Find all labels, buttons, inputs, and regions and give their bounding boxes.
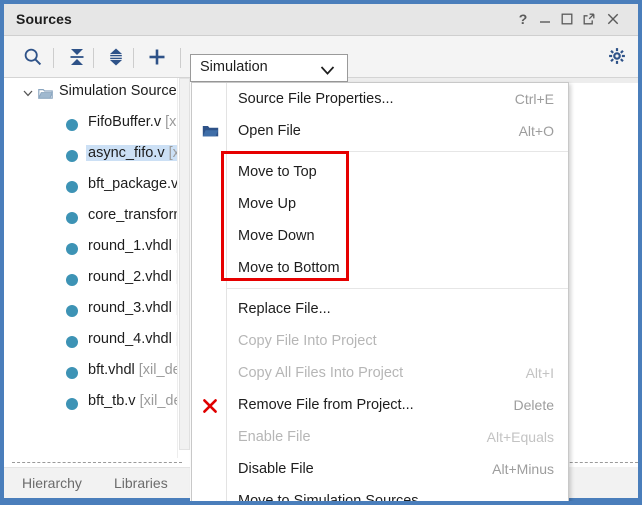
sources-mode-value: Simulation	[200, 59, 268, 75]
help-icon[interactable]: ?	[512, 8, 534, 30]
menu-item-label: Enable File	[238, 429, 311, 445]
toolbar-separator	[53, 48, 54, 68]
add-sources-icon[interactable]	[144, 44, 170, 70]
tree-row[interactable]: core_transform	[4, 202, 190, 233]
collapse-all-icon[interactable]	[64, 44, 90, 70]
toolbar-separator	[93, 48, 94, 68]
menu-item-copy-file-into-project: Copy File Into Project	[192, 325, 568, 357]
tab-libraries[interactable]: Libraries	[114, 475, 168, 491]
context-menu[interactable]: Source File Properties... Ctrl+E Open Fi…	[191, 82, 569, 505]
tree-splitter[interactable]	[12, 462, 182, 463]
tree-item-label: bft_package.vh	[88, 176, 187, 192]
folder-icon	[38, 87, 53, 104]
menu-item-enable-file: Enable File Alt+Equals	[192, 421, 568, 453]
tree-item-label: bft_tb.v [xil_de	[88, 393, 182, 409]
menu-item-disable-file[interactable]: Disable File Alt+Minus	[192, 453, 568, 485]
tree-row[interactable]: bft.vhdl [xil_de	[4, 357, 190, 388]
tree-item-label: round_4.vhdl [l	[88, 331, 183, 347]
menu-item-move-down[interactable]: Move Down	[192, 220, 568, 252]
tree-item-label: round_1.vhdl [l	[88, 238, 183, 254]
minimize-icon[interactable]	[534, 8, 556, 30]
tree-vertical-scrollbar[interactable]	[177, 78, 191, 458]
file-dot-icon	[66, 181, 78, 193]
tree-row[interactable]: round_1.vhdl [l	[4, 233, 190, 264]
toolbar-separator	[180, 48, 181, 68]
file-dot-icon	[66, 150, 78, 162]
file-dot-icon	[66, 305, 78, 317]
menu-item-label: Source File Properties...	[238, 91, 394, 107]
page-title: Sources	[16, 11, 72, 27]
menu-item-label: Replace File...	[238, 301, 331, 317]
tree-item-label: async_fifo.v [xi	[86, 145, 186, 161]
tree-row[interactable]: round_2.vhdl [l	[4, 264, 190, 295]
tree-item-label: FifoBuffer.v [xi	[88, 114, 180, 130]
menu-item-label: Move to Bottom	[238, 260, 340, 276]
file-dot-icon	[66, 274, 78, 286]
menu-item-accelerator: Alt+O	[518, 123, 554, 139]
chevron-down-icon[interactable]	[22, 87, 34, 103]
menu-item-accelerator: Alt+Equals	[486, 429, 554, 445]
menu-item-accelerator: Alt+Minus	[492, 461, 554, 477]
sources-tabbar: Hierarchy Libraries	[4, 467, 190, 501]
tree-row[interactable]: round_3.vhdl [l	[4, 295, 190, 326]
menu-item-label: Move to Simulation Sources	[238, 493, 419, 505]
menu-item-remove-file-from-project[interactable]: Remove File from Project... Delete	[192, 389, 568, 421]
scrollbar-thumb[interactable]	[179, 78, 190, 450]
chevron-down-icon[interactable]	[320, 63, 335, 81]
menu-item-label: Move to Top	[238, 164, 317, 180]
menu-item-move-to-top[interactable]: Move to Top	[192, 156, 568, 188]
file-dot-icon	[66, 398, 78, 410]
sources-tree[interactable]: Simulation Sources FifoBuffer.v [xi asyn…	[4, 78, 190, 458]
menu-item-copy-all-files-into-project: Copy All Files Into Project Alt+I	[192, 357, 568, 389]
menu-item-replace-file[interactable]: Replace File...	[192, 293, 568, 325]
file-dot-icon	[66, 243, 78, 255]
window-titlebar: Sources ?	[4, 4, 638, 36]
menu-item-label: Disable File	[238, 461, 314, 477]
menu-item-accelerator: Alt+I	[525, 365, 554, 381]
tree-row[interactable]: async_fifo.v [xi	[4, 140, 190, 171]
sources-mode-combo[interactable]: Simulation	[190, 54, 348, 82]
menu-item-move-to-bottom[interactable]: Move to Bottom	[192, 252, 568, 284]
menu-item-source-file-properties[interactable]: Source File Properties... Ctrl+E	[192, 83, 568, 115]
menu-item-label: Copy File Into Project	[238, 333, 377, 349]
close-icon[interactable]	[602, 8, 624, 30]
file-dot-icon	[66, 336, 78, 348]
tree-item-label: bft.vhdl [xil_de	[88, 362, 181, 378]
sources-window: Sources ? Simulation Sources FifoBuffer.…	[0, 0, 642, 505]
float-icon[interactable]	[578, 8, 600, 30]
tab-hierarchy[interactable]: Hierarchy	[22, 475, 82, 491]
menu-item-open-file[interactable]: Open File Alt+O	[192, 115, 568, 147]
menu-item-accelerator: Delete	[513, 397, 554, 413]
menu-item-label: Move Up	[238, 196, 297, 212]
tree-row[interactable]: bft_package.vh	[4, 171, 190, 202]
tabbar-underline	[4, 498, 190, 501]
expand-all-icon[interactable]	[103, 44, 129, 70]
tree-item-label: round_2.vhdl [l	[88, 269, 183, 285]
file-dot-icon	[66, 119, 78, 131]
menu-item-label: Remove File from Project...	[238, 397, 414, 413]
file-dot-icon	[66, 367, 78, 379]
tree-item-label: core_transform	[88, 207, 186, 223]
settings-gear-icon[interactable]	[604, 44, 630, 70]
menu-separator	[226, 288, 568, 289]
search-icon[interactable]	[20, 44, 46, 70]
tree-item-label: round_3.vhdl [l	[88, 300, 183, 316]
red-x-icon	[200, 389, 220, 421]
menu-item-label: Open File	[238, 123, 301, 139]
tree-row[interactable]: FifoBuffer.v [xi	[4, 109, 190, 140]
menu-item-label: Copy All Files Into Project	[238, 365, 404, 381]
tree-row[interactable]: round_4.vhdl [l	[4, 326, 190, 357]
maximize-icon[interactable]	[556, 8, 578, 30]
tree-root-label: Simulation Sources	[59, 83, 184, 99]
menu-item-move-up[interactable]: Move Up	[192, 188, 568, 220]
menu-separator	[226, 151, 568, 152]
tree-row[interactable]: bft_tb.v [xil_de	[4, 388, 190, 419]
toolbar-separator	[133, 48, 134, 68]
open-folder-icon	[200, 115, 220, 147]
file-dot-icon	[66, 212, 78, 224]
tree-row[interactable]: Simulation Sources	[4, 78, 190, 109]
menu-item-label: Move Down	[238, 228, 315, 244]
menu-item-accelerator: Ctrl+E	[514, 91, 554, 107]
menu-item-move-to-simulation-sources[interactable]: Move to Simulation Sources	[192, 485, 568, 505]
